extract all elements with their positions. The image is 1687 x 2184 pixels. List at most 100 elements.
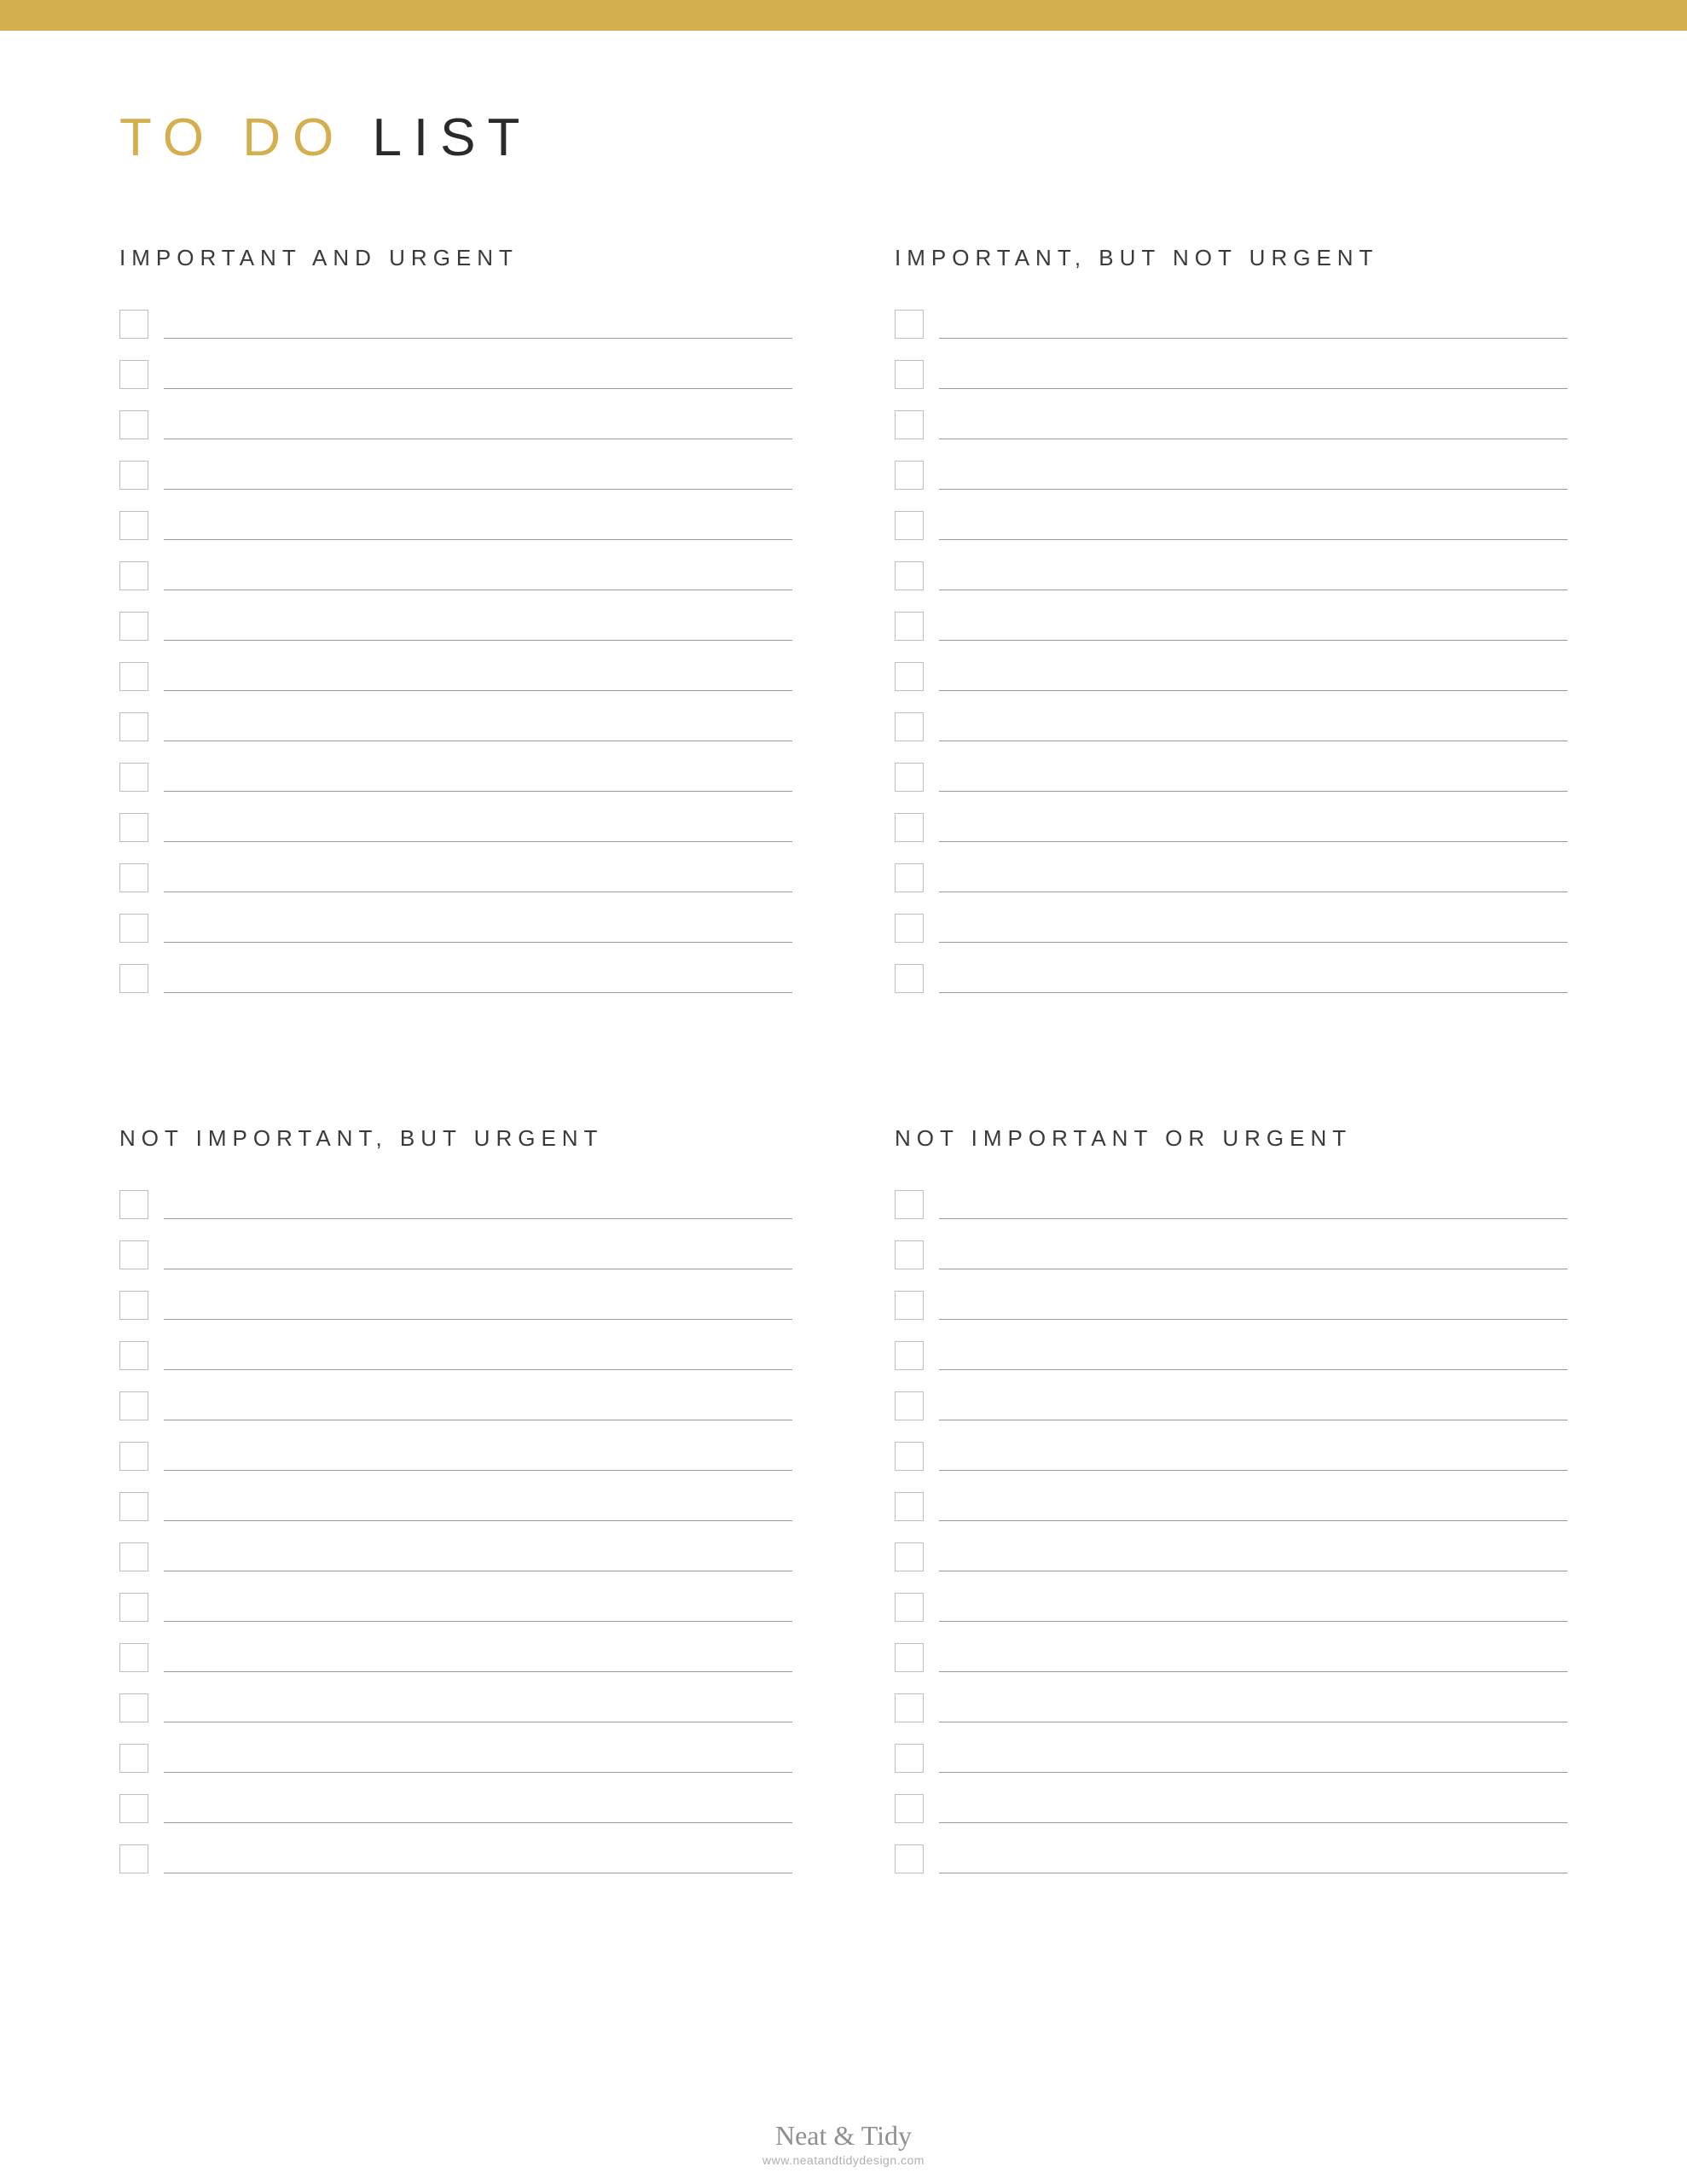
write-line[interactable]: [939, 461, 1568, 490]
checkbox[interactable]: [895, 1190, 924, 1219]
checkbox[interactable]: [895, 461, 924, 490]
write-line[interactable]: [939, 763, 1568, 792]
write-line[interactable]: [939, 310, 1568, 339]
checkbox[interactable]: [895, 1844, 924, 1873]
write-line[interactable]: [939, 1844, 1568, 1873]
write-line[interactable]: [164, 1593, 792, 1622]
write-line[interactable]: [164, 360, 792, 389]
write-line[interactable]: [164, 662, 792, 691]
checkbox[interactable]: [895, 964, 924, 993]
write-line[interactable]: [939, 1593, 1568, 1622]
write-line[interactable]: [164, 964, 792, 993]
checkbox[interactable]: [895, 360, 924, 389]
write-line[interactable]: [939, 1542, 1568, 1571]
checkbox[interactable]: [119, 1492, 148, 1521]
checkbox[interactable]: [119, 863, 148, 892]
checkbox[interactable]: [895, 763, 924, 792]
checkbox[interactable]: [119, 461, 148, 490]
write-line[interactable]: [164, 1391, 792, 1420]
write-line[interactable]: [939, 1442, 1568, 1471]
write-line[interactable]: [939, 712, 1568, 741]
checkbox[interactable]: [895, 1291, 924, 1320]
checkbox[interactable]: [895, 511, 924, 540]
write-line[interactable]: [939, 1291, 1568, 1320]
checkbox[interactable]: [119, 1341, 148, 1370]
checkbox[interactable]: [119, 914, 148, 943]
checkbox[interactable]: [895, 1643, 924, 1672]
write-line[interactable]: [939, 511, 1568, 540]
checkbox[interactable]: [119, 662, 148, 691]
write-line[interactable]: [164, 511, 792, 540]
write-line[interactable]: [164, 712, 792, 741]
checkbox[interactable]: [119, 763, 148, 792]
checkbox[interactable]: [119, 1291, 148, 1320]
write-line[interactable]: [939, 561, 1568, 590]
checkbox[interactable]: [119, 1391, 148, 1420]
write-line[interactable]: [939, 1794, 1568, 1823]
checkbox[interactable]: [895, 1341, 924, 1370]
checkbox[interactable]: [119, 410, 148, 439]
checkbox[interactable]: [895, 1693, 924, 1722]
write-line[interactable]: [939, 1190, 1568, 1219]
write-line[interactable]: [939, 612, 1568, 641]
checkbox[interactable]: [895, 914, 924, 943]
write-line[interactable]: [939, 1643, 1568, 1672]
write-line[interactable]: [164, 1693, 792, 1722]
checkbox[interactable]: [119, 1240, 148, 1269]
write-line[interactable]: [164, 914, 792, 943]
write-line[interactable]: [939, 1693, 1568, 1722]
write-line[interactable]: [164, 1542, 792, 1571]
checkbox[interactable]: [119, 1744, 148, 1773]
write-line[interactable]: [939, 1341, 1568, 1370]
write-line[interactable]: [939, 813, 1568, 842]
checkbox[interactable]: [119, 712, 148, 741]
write-line[interactable]: [939, 1240, 1568, 1269]
checkbox[interactable]: [895, 1492, 924, 1521]
checkbox[interactable]: [119, 964, 148, 993]
write-line[interactable]: [164, 1643, 792, 1672]
checkbox[interactable]: [895, 662, 924, 691]
checkbox[interactable]: [895, 310, 924, 339]
checkbox[interactable]: [119, 1643, 148, 1672]
write-line[interactable]: [164, 863, 792, 892]
checkbox[interactable]: [895, 1744, 924, 1773]
checkbox[interactable]: [895, 612, 924, 641]
checkbox[interactable]: [895, 1391, 924, 1420]
write-line[interactable]: [939, 1391, 1568, 1420]
checkbox[interactable]: [119, 1593, 148, 1622]
checkbox[interactable]: [895, 863, 924, 892]
checkbox[interactable]: [119, 360, 148, 389]
write-line[interactable]: [164, 813, 792, 842]
write-line[interactable]: [939, 662, 1568, 691]
checkbox[interactable]: [119, 813, 148, 842]
checkbox[interactable]: [119, 1190, 148, 1219]
checkbox[interactable]: [895, 1593, 924, 1622]
write-line[interactable]: [164, 1341, 792, 1370]
write-line[interactable]: [164, 1240, 792, 1269]
write-line[interactable]: [939, 360, 1568, 389]
checkbox[interactable]: [119, 1542, 148, 1571]
checkbox[interactable]: [119, 1844, 148, 1873]
write-line[interactable]: [164, 1844, 792, 1873]
checkbox[interactable]: [119, 511, 148, 540]
checkbox[interactable]: [895, 712, 924, 741]
write-line[interactable]: [939, 410, 1568, 439]
write-line[interactable]: [164, 612, 792, 641]
write-line[interactable]: [939, 914, 1568, 943]
checkbox[interactable]: [119, 1442, 148, 1471]
write-line[interactable]: [939, 964, 1568, 993]
checkbox[interactable]: [895, 1240, 924, 1269]
write-line[interactable]: [164, 461, 792, 490]
write-line[interactable]: [164, 561, 792, 590]
checkbox[interactable]: [119, 612, 148, 641]
checkbox[interactable]: [895, 561, 924, 590]
write-line[interactable]: [164, 1190, 792, 1219]
checkbox[interactable]: [119, 1693, 148, 1722]
write-line[interactable]: [164, 1492, 792, 1521]
checkbox[interactable]: [895, 1542, 924, 1571]
write-line[interactable]: [164, 1794, 792, 1823]
checkbox[interactable]: [895, 813, 924, 842]
checkbox[interactable]: [895, 410, 924, 439]
write-line[interactable]: [164, 1744, 792, 1773]
write-line[interactable]: [164, 410, 792, 439]
